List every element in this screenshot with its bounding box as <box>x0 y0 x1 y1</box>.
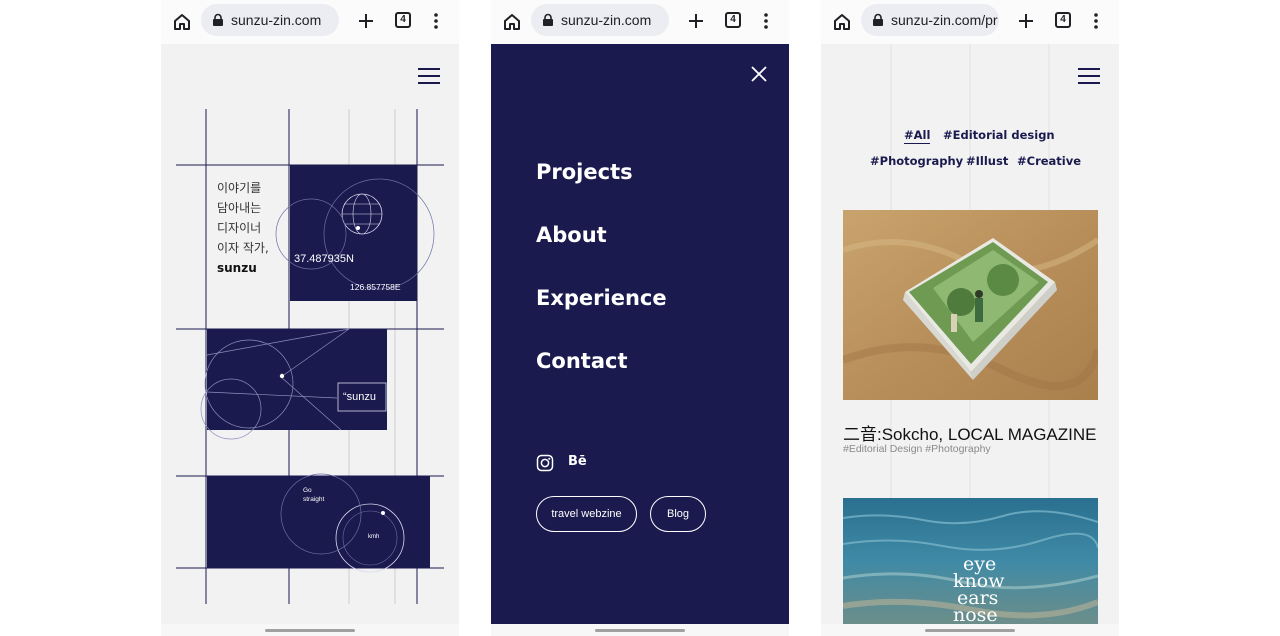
blog-button[interactable]: Blog <box>650 496 706 532</box>
menu-overlay: Projects About Experience Contact Bē tra… <box>491 44 789 624</box>
browser-toolbar: sunzu-zin.com 4 <box>491 0 789 44</box>
instagram-icon[interactable] <box>536 454 554 472</box>
home-content: 이야기를 담아내는 디자이너 이자 작가, sunzu 37.487935N 1… <box>161 44 459 624</box>
filter-editorial-design[interactable]: #Editorial design <box>943 128 1055 142</box>
plus-icon[interactable] <box>355 10 377 32</box>
hamburger-icon[interactable] <box>1078 68 1100 84</box>
lock-icon <box>213 13 223 26</box>
home-icon[interactable] <box>171 11 193 33</box>
gesture-bar <box>161 624 459 636</box>
tabs-icon[interactable]: 4 <box>395 12 411 28</box>
intro-line: 이자 작가, <box>217 241 269 255</box>
filter-creative[interactable]: #Creative <box>1017 154 1081 168</box>
phone-screen-projects: sunzu-zin.com/pr 4 #All #Editorial desig… <box>821 0 1119 636</box>
url-text: sunzu-zin.com <box>561 12 652 28</box>
browser-toolbar: sunzu-zin.com/pr 4 <box>821 0 1119 44</box>
gesture-handle[interactable] <box>925 629 1015 632</box>
url-text: sunzu-zin.com/pr <box>891 12 998 28</box>
grid-graphic <box>176 109 444 604</box>
filter-illust[interactable]: #Illust <box>966 154 1008 168</box>
tabs-icon[interactable]: 4 <box>725 12 741 28</box>
project-tags: #Editorial Design #Photography <box>843 443 991 455</box>
gesture-bar <box>491 624 789 636</box>
intro-name: sunzu <box>217 261 257 275</box>
home-icon[interactable] <box>831 11 853 33</box>
gesture-handle[interactable] <box>265 629 355 632</box>
go-straight-label: Go straight <box>303 486 324 504</box>
cover-text: eye know ears nose <box>953 555 1004 625</box>
go-label: Go <box>303 487 312 494</box>
nav-link-projects[interactable]: Projects <box>536 160 633 184</box>
coord-lat: 37.487935N <box>294 253 354 265</box>
tabs-icon[interactable]: 4 <box>1055 12 1071 28</box>
gesture-handle[interactable] <box>595 629 685 632</box>
plus-icon[interactable] <box>685 10 707 32</box>
filter-all[interactable]: #All <box>904 128 931 144</box>
project-thumbnail-sokcho[interactable] <box>843 210 1098 400</box>
more-icon[interactable] <box>431 12 441 30</box>
nav-link-about[interactable]: About <box>536 223 607 247</box>
intro-line: 이야기를 <box>217 181 262 195</box>
quote-label: “sunzu <box>343 391 377 403</box>
nav-link-contact[interactable]: Contact <box>536 349 628 373</box>
address-bar[interactable]: sunzu-zin.com <box>531 4 669 36</box>
cover-word: nose <box>953 604 998 625</box>
url-text: sunzu-zin.com <box>231 12 322 28</box>
intro-line: 담아내는 <box>217 201 262 215</box>
travel-webzine-button[interactable]: travel webzine <box>536 496 637 532</box>
address-bar[interactable]: sunzu-zin.com <box>201 4 339 36</box>
address-bar[interactable]: sunzu-zin.com/pr <box>861 4 999 36</box>
phone-screen-home: sunzu-zin.com 4 이야기를 담아내는 디자이너 이자 작가, su… <box>161 0 459 636</box>
behance-icon[interactable]: Bē <box>568 454 587 469</box>
filter-photography[interactable]: #Photography <box>870 154 963 168</box>
close-icon[interactable] <box>749 64 769 84</box>
gesture-bar <box>821 624 1119 636</box>
more-icon[interactable] <box>1091 12 1101 30</box>
nav-link-experience[interactable]: Experience <box>536 286 667 310</box>
speed-unit: kmh <box>368 534 380 540</box>
plus-icon[interactable] <box>1015 10 1037 32</box>
more-icon[interactable] <box>761 12 771 30</box>
home-icon[interactable] <box>501 11 523 33</box>
projects-content: #All #Editorial design #Photography #Ill… <box>821 44 1119 624</box>
intro-text: 이야기를 담아내는 디자이너 이자 작가, sunzu <box>217 178 269 278</box>
browser-toolbar: sunzu-zin.com 4 <box>161 0 459 44</box>
lock-icon <box>543 13 553 26</box>
lock-icon <box>873 13 883 26</box>
phone-screen-menu: sunzu-zin.com 4 Projects About Experienc… <box>491 0 789 636</box>
straight-label: straight <box>303 496 325 503</box>
coord-lng: 126.857758E <box>350 282 401 292</box>
project-title[interactable]: 二音:Sokcho, LOCAL MAGAZINE <box>843 420 1097 445</box>
intro-line: 디자이너 <box>217 221 262 235</box>
